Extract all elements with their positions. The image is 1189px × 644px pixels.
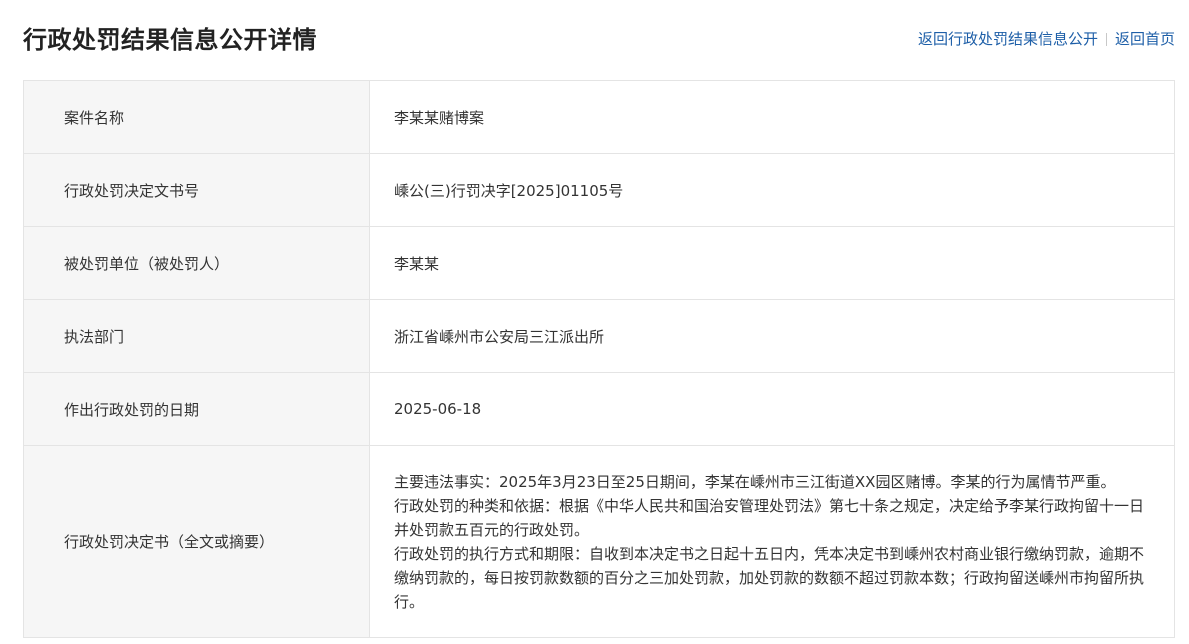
row-label: 执法部门 (23, 299, 370, 373)
row-value: 李某某赌博案 (369, 80, 1175, 154)
decision-text: 主要违法事实：2025年3月23日至25日期间，李某在嵊州市三江街道XX园区赌博… (369, 445, 1175, 638)
row-value: 浙江省嵊州市公安局三江派出所 (369, 299, 1175, 373)
table-row-case-name: 案件名称 李某某赌博案 (23, 80, 1175, 154)
table-row-penalized-party: 被处罚单位（被处罚人） 李某某 (23, 226, 1175, 300)
row-label: 行政处罚决定书（全文或摘要） (23, 445, 370, 638)
row-label: 被处罚单位（被处罚人） (23, 226, 370, 300)
table-row-document-number: 行政处罚决定文书号 嵊公(三)行罚决字[2025]01105号 (23, 153, 1175, 227)
link-divider (1105, 32, 1107, 46)
decision-paragraph-facts: 主要违法事实：2025年3月23日至25日期间，李某在嵊州市三江街道XX园区赌博… (394, 472, 1116, 491)
back-to-home-link[interactable]: 返回首页 (1115, 28, 1175, 50)
header-links: 返回行政处罚结果信息公开 返回首页 (918, 28, 1175, 50)
decision-paragraph-execution: 行政处罚的执行方式和期限：自收到本决定书之日起十五日内，凭本决定书到嵊州农村商业… (394, 544, 1145, 611)
page-header: 行政处罚结果信息公开详情 返回行政处罚结果信息公开 返回首页 (23, 0, 1175, 80)
table-row-enforcement-department: 执法部门 浙江省嵊州市公安局三江派出所 (23, 299, 1175, 373)
table-row-decision-date: 作出行政处罚的日期 2025-06-18 (23, 372, 1175, 446)
back-to-list-link[interactable]: 返回行政处罚结果信息公开 (918, 28, 1098, 50)
row-label: 案件名称 (23, 80, 370, 154)
detail-table: 案件名称 李某某赌博案 行政处罚决定文书号 嵊公(三)行罚决字[2025]011… (23, 80, 1175, 638)
table-row-decision-text: 行政处罚决定书（全文或摘要） 主要违法事实：2025年3月23日至25日期间，李… (23, 445, 1175, 638)
row-value: 2025-06-18 (369, 372, 1175, 446)
row-label: 行政处罚决定文书号 (23, 153, 370, 227)
decision-paragraph-basis: 行政处罚的种类和依据：根据《中华人民共和国治安管理处罚法》第七十条之规定，决定给… (394, 496, 1145, 539)
row-value: 嵊公(三)行罚决字[2025]01105号 (369, 153, 1175, 227)
row-value: 李某某 (369, 226, 1175, 300)
page-title: 行政处罚结果信息公开详情 (23, 26, 317, 54)
row-label: 作出行政处罚的日期 (23, 372, 370, 446)
